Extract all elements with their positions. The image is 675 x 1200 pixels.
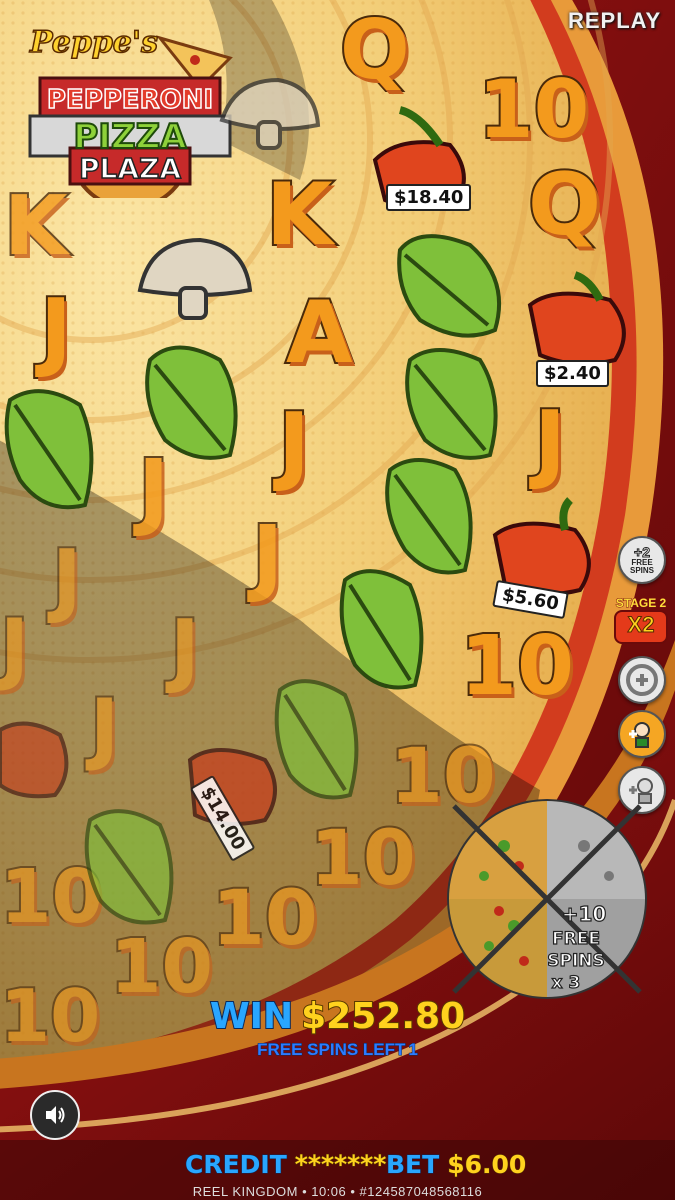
sound-toggle-button[interactable]	[30, 1090, 80, 1140]
basil-leaf-icon	[84, 809, 174, 925]
wheel-text: SPINS	[547, 951, 605, 971]
basil-leaf-icon	[385, 458, 473, 575]
free-spins-left-value: 1	[408, 1040, 419, 1060]
mushroom-icon	[219, 77, 321, 150]
chili-pepper-icon	[527, 271, 626, 366]
wheel-text: x 3	[552, 973, 581, 993]
basil-leaf-icon	[339, 569, 424, 690]
basil-leaf-icon	[4, 389, 94, 510]
stage-multiplier-badge: STAGE 2 X2	[612, 596, 670, 644]
credit-label: CREDIT	[185, 1150, 288, 1180]
bet-value: $6.00	[447, 1150, 527, 1180]
chili-pepper-icon	[492, 497, 591, 596]
win-label: WIN	[209, 995, 294, 1038]
chili-pepper-icon	[0, 721, 69, 799]
win-amount: $252.80	[300, 995, 466, 1038]
credit-value: *******	[294, 1150, 387, 1180]
mushroom-icon	[137, 237, 253, 320]
free-spins-left: FREE SPINS LEFT 1	[0, 1040, 675, 1060]
pepper-value-tag: $2.40	[536, 360, 609, 387]
speaker-icon	[46, 1106, 65, 1124]
basil-leaf-icon	[405, 348, 498, 460]
wheel-text: FREE	[552, 929, 600, 949]
free-spins-left-label: FREE SPINS LEFT	[257, 1040, 406, 1060]
stage-multiplier-value: X2	[614, 610, 668, 644]
free-spins-bonus-button[interactable]: +2 FREE SPINS	[618, 536, 666, 584]
bonus-pizza-wheel: +10 FREE SPINS x 3	[447, 799, 647, 999]
basil-leaf-icon	[274, 679, 359, 800]
wheel-text: +10	[562, 902, 607, 926]
footer-info: REEL KINGDOM • 10:06 • #124587048568116	[192, 1184, 483, 1199]
free-spins-bonus-num: +2	[634, 544, 651, 560]
credit-display: CREDIT *******	[185, 1150, 387, 1180]
basil-leaf-icon	[145, 345, 238, 460]
add-spin-icon[interactable]	[618, 656, 666, 704]
free-spins-bonus-text: SPINS	[629, 566, 654, 575]
win-display: WIN $252.80	[0, 995, 675, 1038]
pepper-value-tag: $18.40	[386, 184, 472, 211]
stage-label: STAGE 2	[615, 596, 667, 611]
basil-leaf-icon	[397, 234, 502, 338]
bet-display[interactable]: BET $6.00	[385, 1150, 527, 1180]
bet-label: BET	[385, 1150, 440, 1180]
add-chef-icon[interactable]	[618, 710, 666, 758]
